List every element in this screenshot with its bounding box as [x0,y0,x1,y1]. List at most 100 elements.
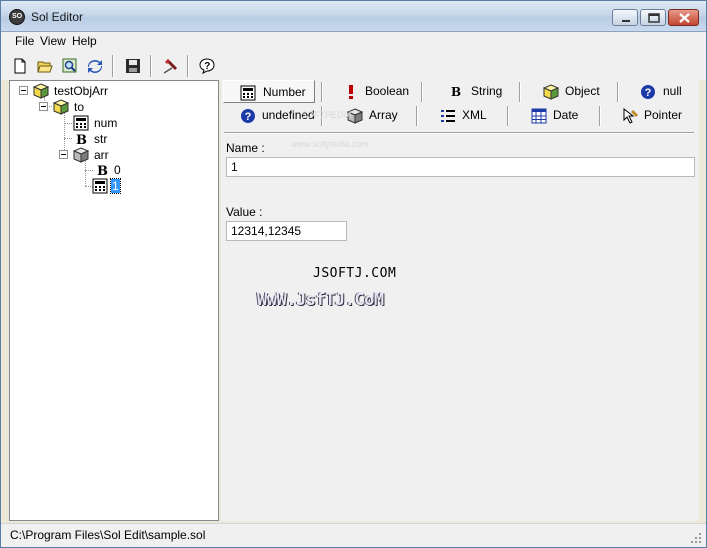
number-icon [240,85,256,101]
type-pointer-button[interactable]: Pointer [603,104,697,127]
tree-collapse-toggle[interactable] [19,86,28,95]
new-file-icon [14,58,26,74]
new-file-button[interactable] [9,55,31,77]
name-label: Name : [226,141,265,155]
type-number-button[interactable]: Number [223,80,315,103]
title-bar[interactable]: SO Sol Editor [1,1,706,32]
button-separator [421,82,423,102]
tree-node-arr-item[interactable]: 0 [114,163,121,177]
type-string-button[interactable]: B String [425,80,517,103]
type-object-label: Object [565,84,600,98]
pin-icon [163,58,178,74]
open-button[interactable] [34,55,56,77]
save-icon [126,59,140,73]
help-icon: ? [199,58,215,74]
type-array-label: Array [369,108,398,122]
exclamation-icon [349,85,353,99]
name-field[interactable]: 1 [226,157,695,177]
menu-help[interactable]: Help [71,34,98,48]
tree-connector [64,123,72,124]
minimize-icon [622,20,630,22]
type-null-button[interactable]: ? null [621,80,697,103]
svg-text:B: B [76,133,87,147]
close-icon [679,13,690,23]
menu-view[interactable]: View [39,34,67,48]
value-label: Value : [226,205,263,219]
type-xml-label: XML [462,108,487,122]
type-xml-button[interactable]: XML [420,104,508,127]
site-watermark: JSOFTJ.COM [313,266,397,281]
object-icon [53,99,69,115]
type-boolean-label: Boolean [365,84,410,98]
reload-button[interactable] [84,55,106,77]
app-logo-icon: SO [9,9,25,25]
app-window: SO Sol Editor File View Help ? testObjAr… [0,0,707,548]
tree-node-num[interactable]: num [94,116,117,130]
svg-text:?: ? [645,87,652,99]
tree-collapse-toggle[interactable] [39,102,48,111]
tree-node-str[interactable]: str [94,132,107,146]
tree-node-root[interactable]: testObjArr [54,84,108,98]
open-folder-icon [37,61,53,73]
tree-collapse-toggle[interactable] [59,150,68,159]
button-separator [599,106,601,126]
tree-view[interactable]: testObjArr to num B str arr B 0 1 [9,80,219,521]
menu-file[interactable]: File [14,34,35,48]
maximize-button[interactable] [640,9,666,26]
button-separator [321,82,323,102]
question-icon: ? [641,85,655,99]
status-file-path: C:\Program Files\Sol Edit\sample.sol [10,528,206,542]
toolbar-separator [112,55,114,77]
value-field[interactable]: 12314,12345 [226,221,347,241]
maximize-icon [648,13,660,23]
type-date-label: Date [553,108,579,122]
button-separator [416,106,418,126]
faded-watermark: SOFTPEDIA [301,110,353,120]
svg-text:B: B [97,164,108,178]
string-icon: B [451,85,461,99]
type-pointer-label: Pointer [644,108,683,122]
number-icon [73,115,89,131]
toolbar: ? [1,52,706,80]
tree-connector [85,161,86,186]
faded-watermark: www.softpedia.com [291,139,369,149]
tree-node-to[interactable]: to [74,100,84,114]
object-icon [33,83,49,99]
save-button[interactable] [122,55,144,77]
type-null-label: null [663,84,682,98]
button-separator [617,82,619,102]
resize-grip-icon[interactable] [690,532,702,544]
string-icon: B [97,164,108,178]
status-bar: C:\Program Files\Sol Edit\sample.sol [1,523,706,547]
window-title: Sol Editor [31,10,84,24]
type-boolean-button[interactable]: Boolean [325,80,417,103]
divider [224,132,694,134]
close-button[interactable] [668,9,699,26]
svg-text:?: ? [245,111,252,123]
button-separator [507,106,509,126]
pin-button[interactable] [159,55,181,77]
number-icon [92,178,108,194]
tree-node-arr-item-selected[interactable]: 1 [110,178,121,194]
array-icon [73,147,89,163]
question-icon: ? [241,109,255,123]
object-icon [543,84,559,100]
pointer-icon [623,108,638,124]
help-button[interactable]: ? [196,55,218,77]
art-watermark: WwW.JsfTJ.CoM [257,290,384,310]
type-number-label: Number [263,85,306,99]
toolbar-separator [187,55,189,77]
type-object-button[interactable]: Object [523,80,615,103]
toolbar-separator [150,55,152,77]
menu-bar: File View Help [1,32,706,52]
list-icon [441,110,455,122]
tree-node-arr[interactable]: arr [94,148,109,162]
calendar-icon [531,108,547,124]
type-string-label: String [471,84,503,98]
minimize-button[interactable] [612,9,638,26]
search-icon [62,58,77,73]
type-date-button[interactable]: Date [511,104,597,127]
find-button[interactable] [59,55,81,77]
button-separator [519,82,521,102]
tree-connector [64,138,72,139]
